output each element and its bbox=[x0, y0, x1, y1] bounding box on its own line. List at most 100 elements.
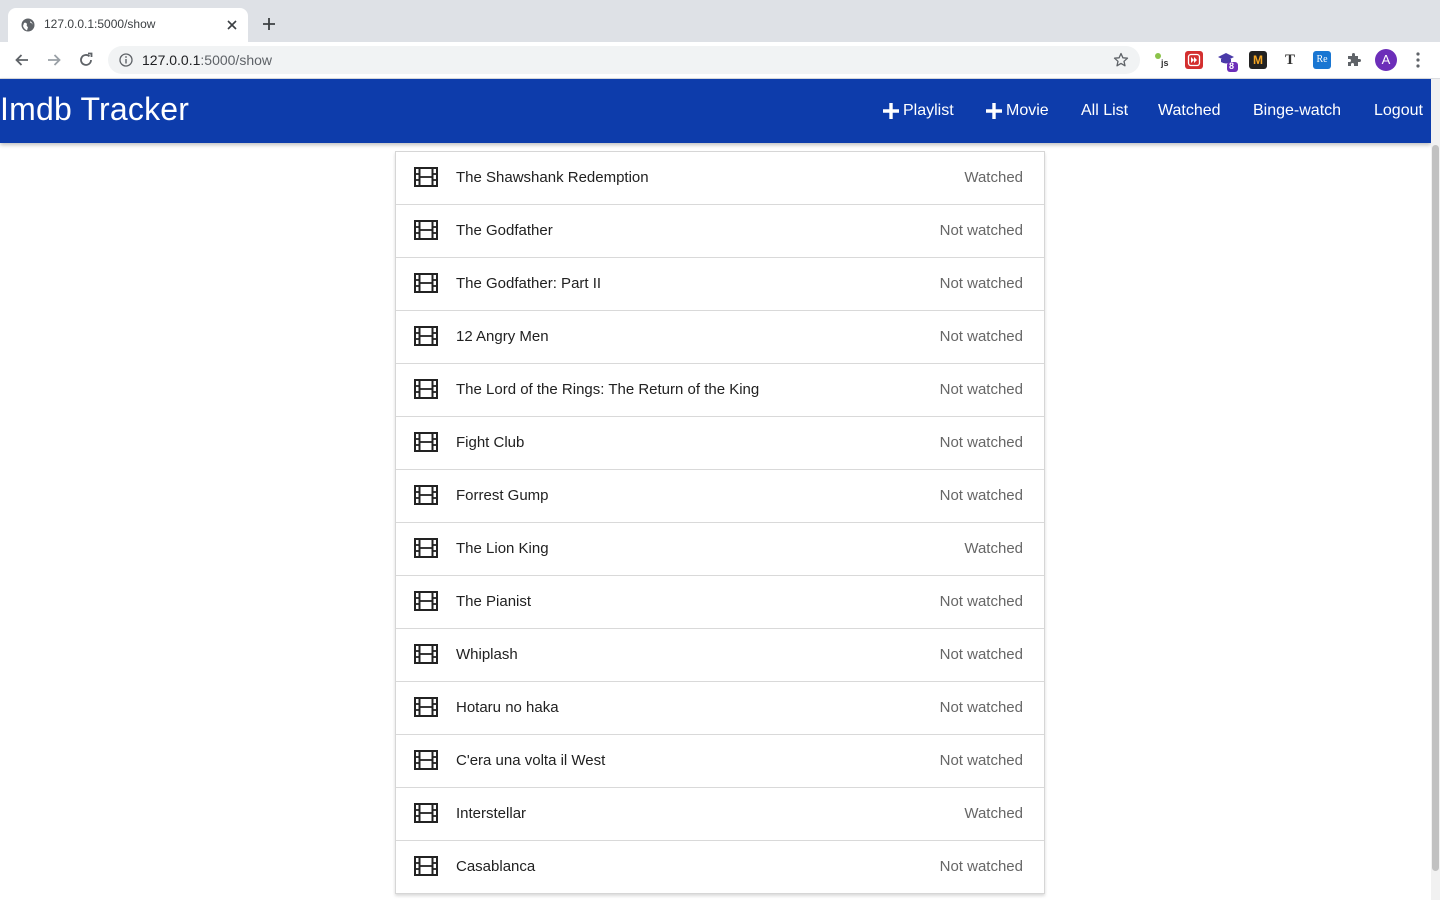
watch-status[interactable]: Not watched bbox=[940, 381, 1023, 398]
url-host: 127.0.0.1 bbox=[142, 52, 201, 68]
js-extension-icon[interactable]: js bbox=[1153, 51, 1171, 69]
watch-status[interactable]: Not watched bbox=[940, 328, 1023, 345]
movie-title: Whiplash bbox=[456, 646, 518, 663]
app-navbar: Imdb Tracker Playlist Movie All List Wat… bbox=[0, 79, 1431, 143]
movie-title: Hotaru no haka bbox=[456, 699, 559, 716]
video-extension-icon[interactable] bbox=[1185, 51, 1203, 69]
watch-status[interactable]: Not watched bbox=[940, 275, 1023, 292]
film-icon bbox=[414, 750, 438, 770]
back-arrow-icon[interactable] bbox=[13, 51, 31, 69]
plus-icon bbox=[883, 103, 899, 119]
movie-row[interactable]: The Godfather: Part II Not watched bbox=[396, 258, 1044, 311]
film-icon bbox=[414, 485, 438, 505]
re-extension-icon[interactable]: Re bbox=[1313, 51, 1331, 69]
watch-status[interactable]: Watched bbox=[964, 540, 1023, 557]
t-extension-icon[interactable]: T bbox=[1281, 51, 1299, 69]
movie-title: Fight Club bbox=[456, 434, 525, 451]
movie-title: The Pianist bbox=[456, 593, 532, 610]
movie-row[interactable]: Hotaru no haka Not watched bbox=[396, 682, 1044, 735]
globe-icon bbox=[21, 18, 35, 32]
binge-watch-link[interactable]: Binge-watch bbox=[1253, 102, 1341, 120]
movie-title: Casablanca bbox=[456, 858, 536, 875]
more-vert-icon[interactable] bbox=[1413, 51, 1423, 69]
tab-title: 127.0.0.1:5000/show bbox=[44, 17, 156, 31]
movie-title: C'era una volta il West bbox=[456, 752, 606, 769]
add-playlist-label: Playlist bbox=[903, 102, 954, 119]
film-icon bbox=[414, 856, 438, 876]
movie-title: The Godfather bbox=[456, 222, 553, 239]
add-playlist-link[interactable]: Playlist bbox=[882, 102, 954, 120]
play-forward-icon bbox=[1186, 52, 1202, 68]
scrollbar-thumb[interactable] bbox=[1432, 145, 1439, 871]
svg-text:js: js bbox=[1160, 58, 1169, 68]
movie-title: The Lion King bbox=[456, 540, 549, 557]
watch-status[interactable]: Not watched bbox=[940, 434, 1023, 451]
watch-status[interactable]: Not watched bbox=[940, 487, 1023, 504]
url-path: :5000/show bbox=[200, 52, 272, 68]
film-icon bbox=[414, 697, 438, 717]
film-icon bbox=[414, 273, 438, 293]
movie-row[interactable]: 12 Angry Men Not watched bbox=[396, 311, 1044, 364]
film-icon bbox=[414, 432, 438, 452]
reload-icon[interactable] bbox=[77, 51, 95, 69]
film-icon bbox=[414, 167, 438, 187]
film-icon bbox=[414, 538, 438, 558]
logout-link[interactable]: Logout bbox=[1374, 102, 1423, 120]
movie-title: Forrest Gump bbox=[456, 487, 549, 504]
extension-badge: 8 bbox=[1229, 61, 1235, 71]
watch-status[interactable]: Not watched bbox=[940, 858, 1023, 875]
puzzle-extensions-icon[interactable] bbox=[1345, 51, 1363, 69]
movie-title: 12 Angry Men bbox=[456, 328, 549, 345]
graduation-cap-icon bbox=[1218, 53, 1238, 72]
movie-row[interactable]: Interstellar Watched bbox=[396, 788, 1044, 841]
forward-arrow-icon[interactable] bbox=[45, 51, 63, 69]
m-extension-icon[interactable]: M bbox=[1249, 51, 1267, 69]
movie-title: Interstellar bbox=[456, 805, 527, 822]
film-icon bbox=[414, 591, 438, 611]
watched-link[interactable]: Watched bbox=[1158, 102, 1221, 120]
film-icon bbox=[414, 379, 438, 399]
film-icon bbox=[414, 220, 438, 240]
film-icon bbox=[414, 644, 438, 664]
movie-row[interactable]: Fight Club Not watched bbox=[396, 417, 1044, 470]
watch-status[interactable]: Not watched bbox=[940, 699, 1023, 716]
plus-icon bbox=[986, 103, 1002, 119]
graduation-extension-icon[interactable]: 8 bbox=[1217, 51, 1238, 72]
watch-status[interactable]: Not watched bbox=[940, 222, 1023, 239]
page-scrollbar[interactable] bbox=[1431, 79, 1440, 900]
film-icon bbox=[414, 326, 438, 346]
watch-status[interactable]: Not watched bbox=[940, 593, 1023, 610]
movie-row[interactable]: Forrest Gump Not watched bbox=[396, 470, 1044, 523]
movie-list: The Shawshank Redemption Watched The God… bbox=[395, 151, 1045, 894]
movie-title: The Godfather: Part II bbox=[456, 275, 602, 292]
info-icon[interactable] bbox=[119, 53, 133, 67]
browser-tabstrip: 127.0.0.1:5000/show bbox=[0, 0, 1440, 42]
add-movie-link[interactable]: Movie bbox=[985, 102, 1049, 120]
watch-status[interactable]: Watched bbox=[964, 805, 1023, 822]
movie-title: The Shawshank Redemption bbox=[456, 169, 649, 186]
movie-row[interactable]: C'era una volta il West Not watched bbox=[396, 735, 1044, 788]
movie-title: The Lord of the Rings: The Return of the… bbox=[456, 381, 760, 398]
all-list-link[interactable]: All List bbox=[1081, 102, 1128, 120]
new-tab-icon[interactable] bbox=[261, 16, 277, 32]
movie-row[interactable]: Whiplash Not watched bbox=[396, 629, 1044, 682]
url-text: 127.0.0.1:5000/show bbox=[142, 52, 272, 68]
browser-toolbar: 127.0.0.1:5000/show js 8 M T Re A bbox=[0, 42, 1440, 79]
film-icon bbox=[414, 803, 438, 823]
brand-logo[interactable]: Imdb Tracker bbox=[0, 91, 189, 128]
close-tab-icon[interactable] bbox=[224, 17, 240, 33]
movie-row[interactable]: The Shawshank Redemption Watched bbox=[396, 152, 1044, 205]
bookmark-star-icon[interactable] bbox=[1113, 52, 1129, 68]
movie-row[interactable]: The Lion King Watched bbox=[396, 523, 1044, 576]
movie-row[interactable]: The Pianist Not watched bbox=[396, 576, 1044, 629]
add-movie-label: Movie bbox=[1006, 102, 1049, 119]
browser-tab[interactable]: 127.0.0.1:5000/show bbox=[8, 8, 248, 42]
movie-row[interactable]: Casablanca Not watched bbox=[396, 841, 1044, 893]
movie-row[interactable]: The Lord of the Rings: The Return of the… bbox=[396, 364, 1044, 417]
watch-status[interactable]: Not watched bbox=[940, 752, 1023, 769]
watch-status[interactable]: Watched bbox=[964, 169, 1023, 186]
movie-row[interactable]: The Godfather Not watched bbox=[396, 205, 1044, 258]
address-bar[interactable]: 127.0.0.1:5000/show bbox=[108, 46, 1140, 74]
watch-status[interactable]: Not watched bbox=[940, 646, 1023, 663]
profile-avatar[interactable]: A bbox=[1375, 49, 1397, 71]
